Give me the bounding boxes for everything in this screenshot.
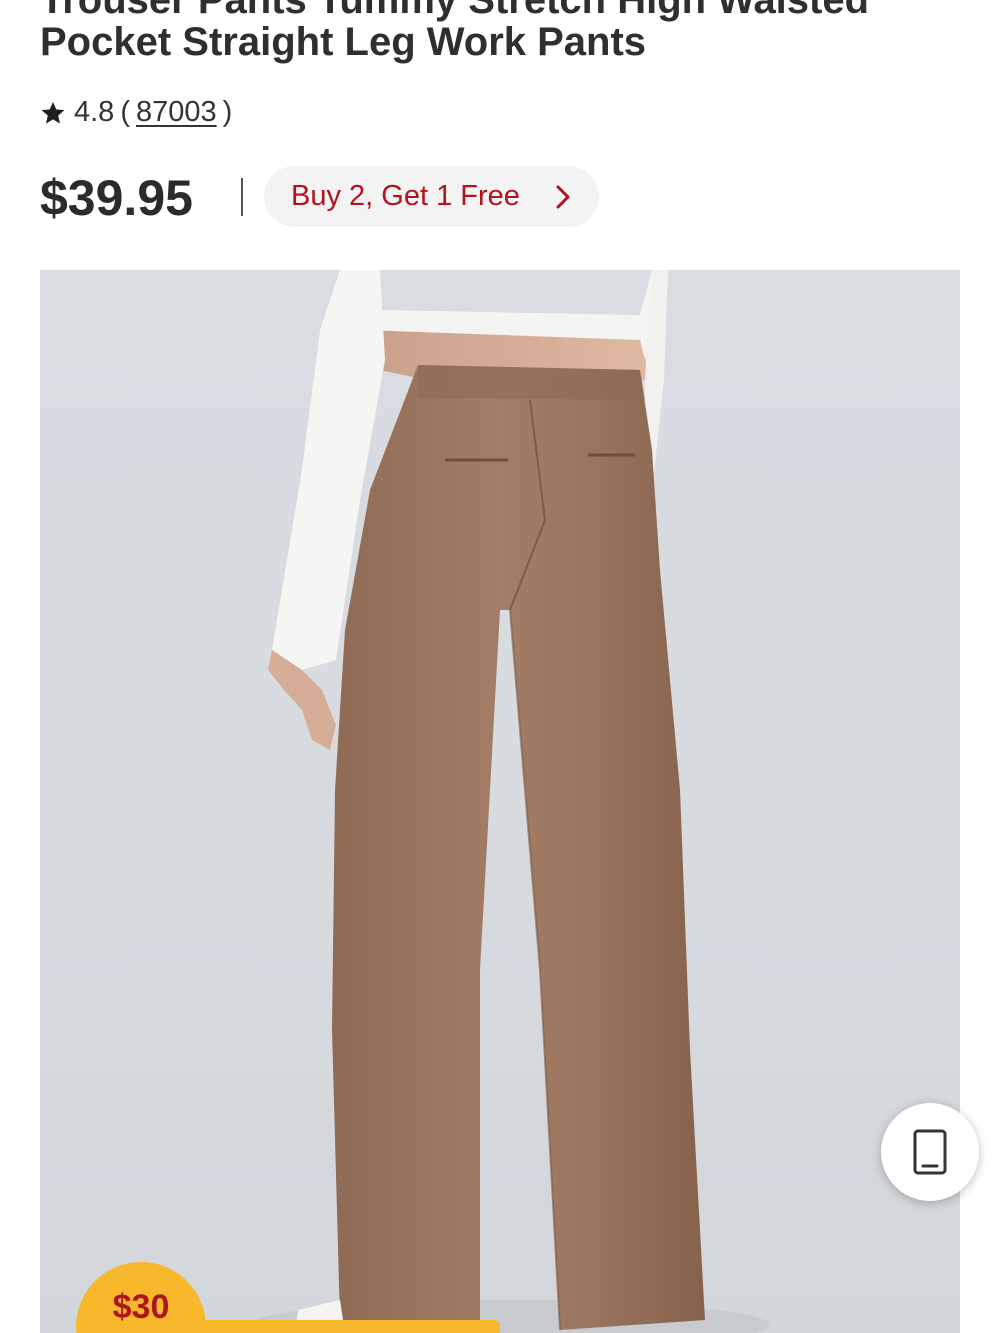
model-pants-illustration [250,270,770,1333]
star-icon [41,101,65,124]
chevron-right-icon [556,185,570,209]
product-image[interactable] [40,270,960,1333]
floating-device-button[interactable] [881,1103,979,1201]
promo-button[interactable]: Buy 2, Get 1 Free [264,166,599,227]
product-title-partial: Trouser Pants Tummy Stretch High Waisted [40,0,870,22]
rating-paren-open: ( [120,96,130,128]
rating-paren-close: ) [222,96,233,128]
promo-label: Buy 2, Get 1 Free [291,180,520,212]
product-page: Trouser Pants Tummy Stretch High Waisted… [0,0,1000,1333]
price-divider [241,178,243,216]
rating-row: 4.8 ( 87003 ) [40,96,238,129]
product-price: $39.95 [40,170,193,226]
price-tag-label: $30 [112,1288,170,1326]
price-tag-bar [200,1320,500,1333]
phone-icon [913,1129,947,1175]
product-title: Pocket Straight Leg Work Pants [40,20,647,64]
rating-value: 4.8 [74,96,115,128]
review-count-link[interactable]: 87003 [136,96,217,129]
